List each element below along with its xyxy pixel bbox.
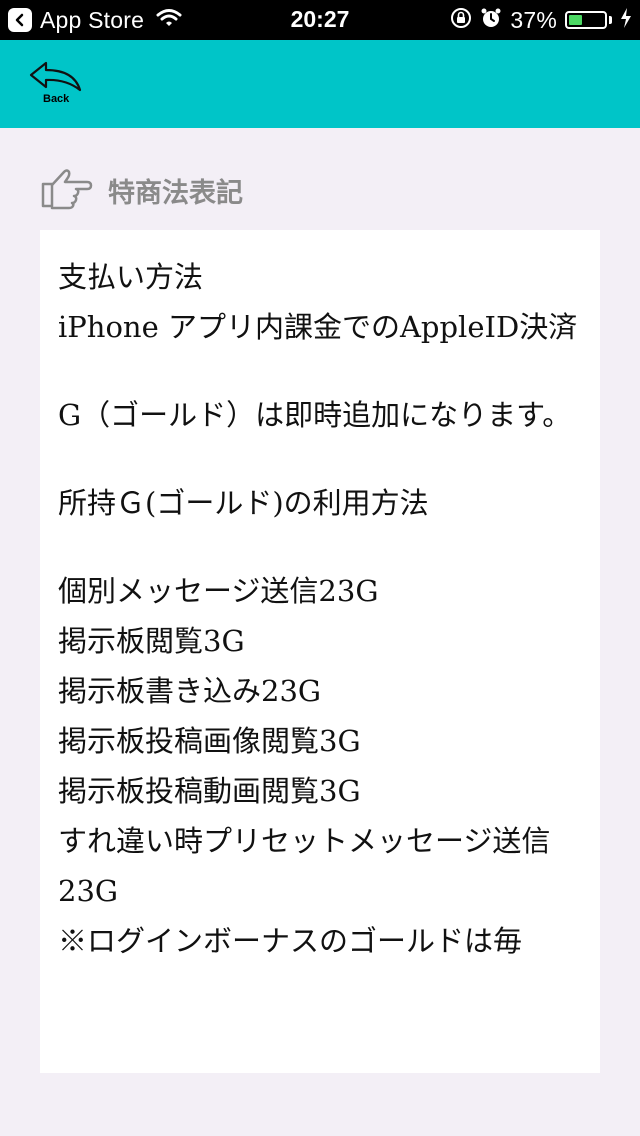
pointing-hand-icon [40, 166, 94, 214]
usage-item: 掲示板書き込み23G [58, 674, 322, 708]
battery-level-fill [569, 15, 582, 25]
gold-note: G（ゴールド）は即時追加になります。 [58, 398, 572, 432]
usage-item: 掲示板閲覧3G [58, 624, 245, 658]
battery-tip [609, 16, 612, 24]
section-header: 特商法表記 [40, 168, 600, 212]
payment-detail: iPhone アプリ内課金でのAppleID決済 [58, 310, 578, 344]
content-card: 支払い方法 iPhone アプリ内課金でのAppleID決済 G（ゴールド）は即… [40, 230, 600, 1073]
navigation-bar: Back [0, 40, 640, 128]
usage-item: 掲示板投稿画像閲覧3G [58, 724, 361, 758]
charging-icon [620, 7, 632, 34]
back-button[interactable]: Back [28, 60, 88, 110]
usage-item: 掲示板投稿動画閲覧3G [58, 774, 361, 808]
payment-heading: 支払い方法 [58, 260, 204, 294]
back-label: Back [43, 93, 70, 105]
alarm-icon [480, 7, 502, 34]
section-title: 特商法表記 [108, 177, 243, 209]
status-bar: App Store 20:27 37% [0, 0, 640, 40]
usage-heading: 所持Ｇ(ゴールド)の利用方法 [58, 486, 429, 520]
battery-percent: 37% [510, 6, 557, 33]
footnote: ※ログインボーナスのゴールドは毎 [58, 924, 523, 958]
usage-item: 個別メッセージ送信23G [58, 574, 379, 608]
back-arrow-icon [29, 61, 82, 92]
orientation-lock-icon [450, 7, 472, 34]
usage-item: すれ違い時プリセットメッセージ送信23G [58, 824, 551, 908]
battery-icon [565, 11, 607, 29]
legal-notice-text: 支払い方法 iPhone アプリ内課金でのAppleID決済 G（ゴールド）は即… [40, 230, 600, 966]
